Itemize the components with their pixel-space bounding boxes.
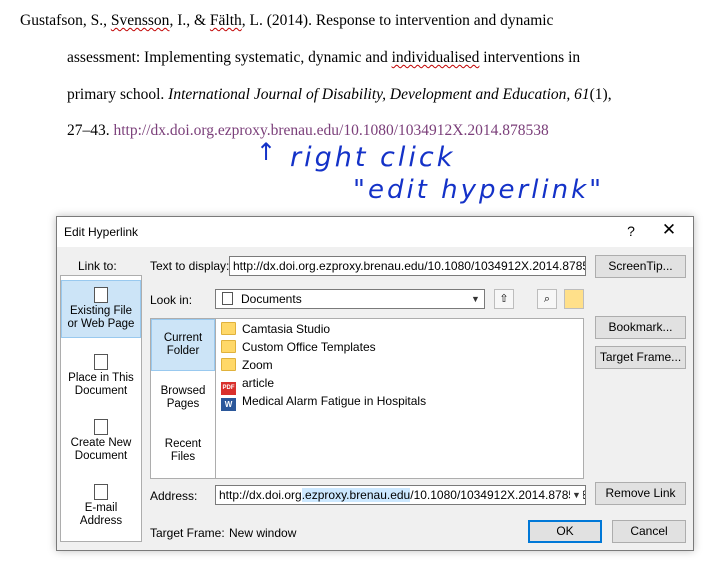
misspelled-word: Svensson [110,12,170,29]
current-folder-tab[interactable]: Current Folder [151,319,215,371]
link-to-label: Link to: [78,259,117,273]
target-frame-value: New window [229,526,297,540]
dialog-titlebar: Edit Hyperlink ? ✕ [57,217,693,247]
file-list: Camtasia Studio Custom Office Templates … [215,318,584,479]
annotation-right-click: right click [290,142,456,173]
journal-title: International Journal of Disability, Dev… [168,86,590,103]
annotation-arrow: ↑ [256,138,280,166]
look-in-select[interactable]: Documents ▼ [215,289,485,309]
citation-text: 27–43. [67,122,114,139]
folder-icon [221,322,236,335]
misspelled-word: Fälth [209,12,242,29]
documents-folder-icon [222,292,233,305]
folder-icon [221,358,236,371]
new-document-icon [94,419,108,435]
chevron-down-icon: ▼ [471,294,480,304]
browse-web-icon[interactable]: ⌕ [537,289,557,309]
citation-text: assessment: Implementing systematic, dyn… [67,49,392,66]
doi-hyperlink[interactable]: http://dx.doi.org.ezproxy.brenau.edu/10.… [114,122,549,139]
citation-text: interventions in [479,49,581,66]
link-to-email-address[interactable]: E-mail Address [61,484,141,528]
link-to-existing-file[interactable]: Existing File or Web Page [61,280,141,338]
folder-icon [221,340,236,353]
bookmark-button[interactable]: Bookmark... [595,316,686,339]
citation-line-1: Gustafson, S., Svensson, I., & Fälth, L.… [20,12,553,30]
ok-button[interactable]: OK [528,520,602,543]
up-folder-icon[interactable]: ⇧ [494,289,514,309]
citation-line-4: 27–43. http://dx.doi.org.ezproxy.brenau.… [67,122,549,140]
annotation-edit-hyperlink: "edit hyperlink" [353,175,605,205]
misspelled-word: individualised [391,49,480,66]
screentip-button[interactable]: ScreenTip... [595,255,686,278]
list-item[interactable]: Zoom [221,356,273,374]
target-frame-label: Target Frame: [150,526,225,540]
email-icon [94,484,108,500]
recent-files-tab[interactable]: Recent Files [151,438,215,464]
list-item[interactable]: Custom Office Templates [221,338,376,356]
citation-text: primary school. [67,86,169,103]
globe-file-icon [94,287,108,303]
selected-text: .ezproxy.brenau.edu [301,488,411,502]
browsed-pages-tab[interactable]: Browsed Pages [151,385,215,411]
dialog-title: Edit Hyperlink [64,225,139,239]
remove-link-button[interactable]: Remove Link [595,482,686,505]
citation-line-2: assessment: Implementing systematic, dyn… [67,49,580,67]
cancel-button[interactable]: Cancel [612,520,686,543]
browse-file-icon[interactable] [564,289,584,309]
edit-hyperlink-dialog: Edit Hyperlink ? ✕ Link to: Text to disp… [56,216,694,551]
citation-text: , L. (2014). Response to intervention an… [241,12,554,29]
address-label: Address: [150,489,198,503]
citation-text: , I., & [169,12,210,29]
list-item[interactable]: PDF article [221,374,274,395]
citation-text: (1), [589,86,612,103]
close-icon[interactable]: ✕ [659,220,679,240]
list-item[interactable]: Camtasia Studio [221,320,330,338]
chevron-down-icon: ▼ [570,488,583,502]
citation-text: Gustafson, S., [20,12,111,29]
text-to-display-input[interactable]: http://dx.doi.org.ezproxy.brenau.edu/10.… [229,256,586,276]
list-item[interactable]: W Medical Alarm Fatigue in Hospitals [221,392,426,411]
link-to-create-new-document[interactable]: Create New Document [61,419,141,463]
word-file-icon: W [221,398,236,411]
look-in-label: Look in: [150,293,193,307]
link-to-pane: Existing File or Web Page Place in This … [60,275,142,542]
address-input[interactable]: http://dx.doi.org.ezproxy.brenau.edu/10.… [215,485,586,505]
link-to-place-in-document[interactable]: Place in This Document [61,354,141,398]
text-to-display-label: Text to display: [150,259,230,273]
browse-pane: Current Folder Browsed Pages Recent File… [150,318,216,479]
help-icon[interactable]: ? [623,223,639,239]
target-frame-button[interactable]: Target Frame... [595,346,686,369]
document-bookmark-icon [94,354,108,370]
citation-line-3: primary school. International Journal of… [67,86,612,104]
